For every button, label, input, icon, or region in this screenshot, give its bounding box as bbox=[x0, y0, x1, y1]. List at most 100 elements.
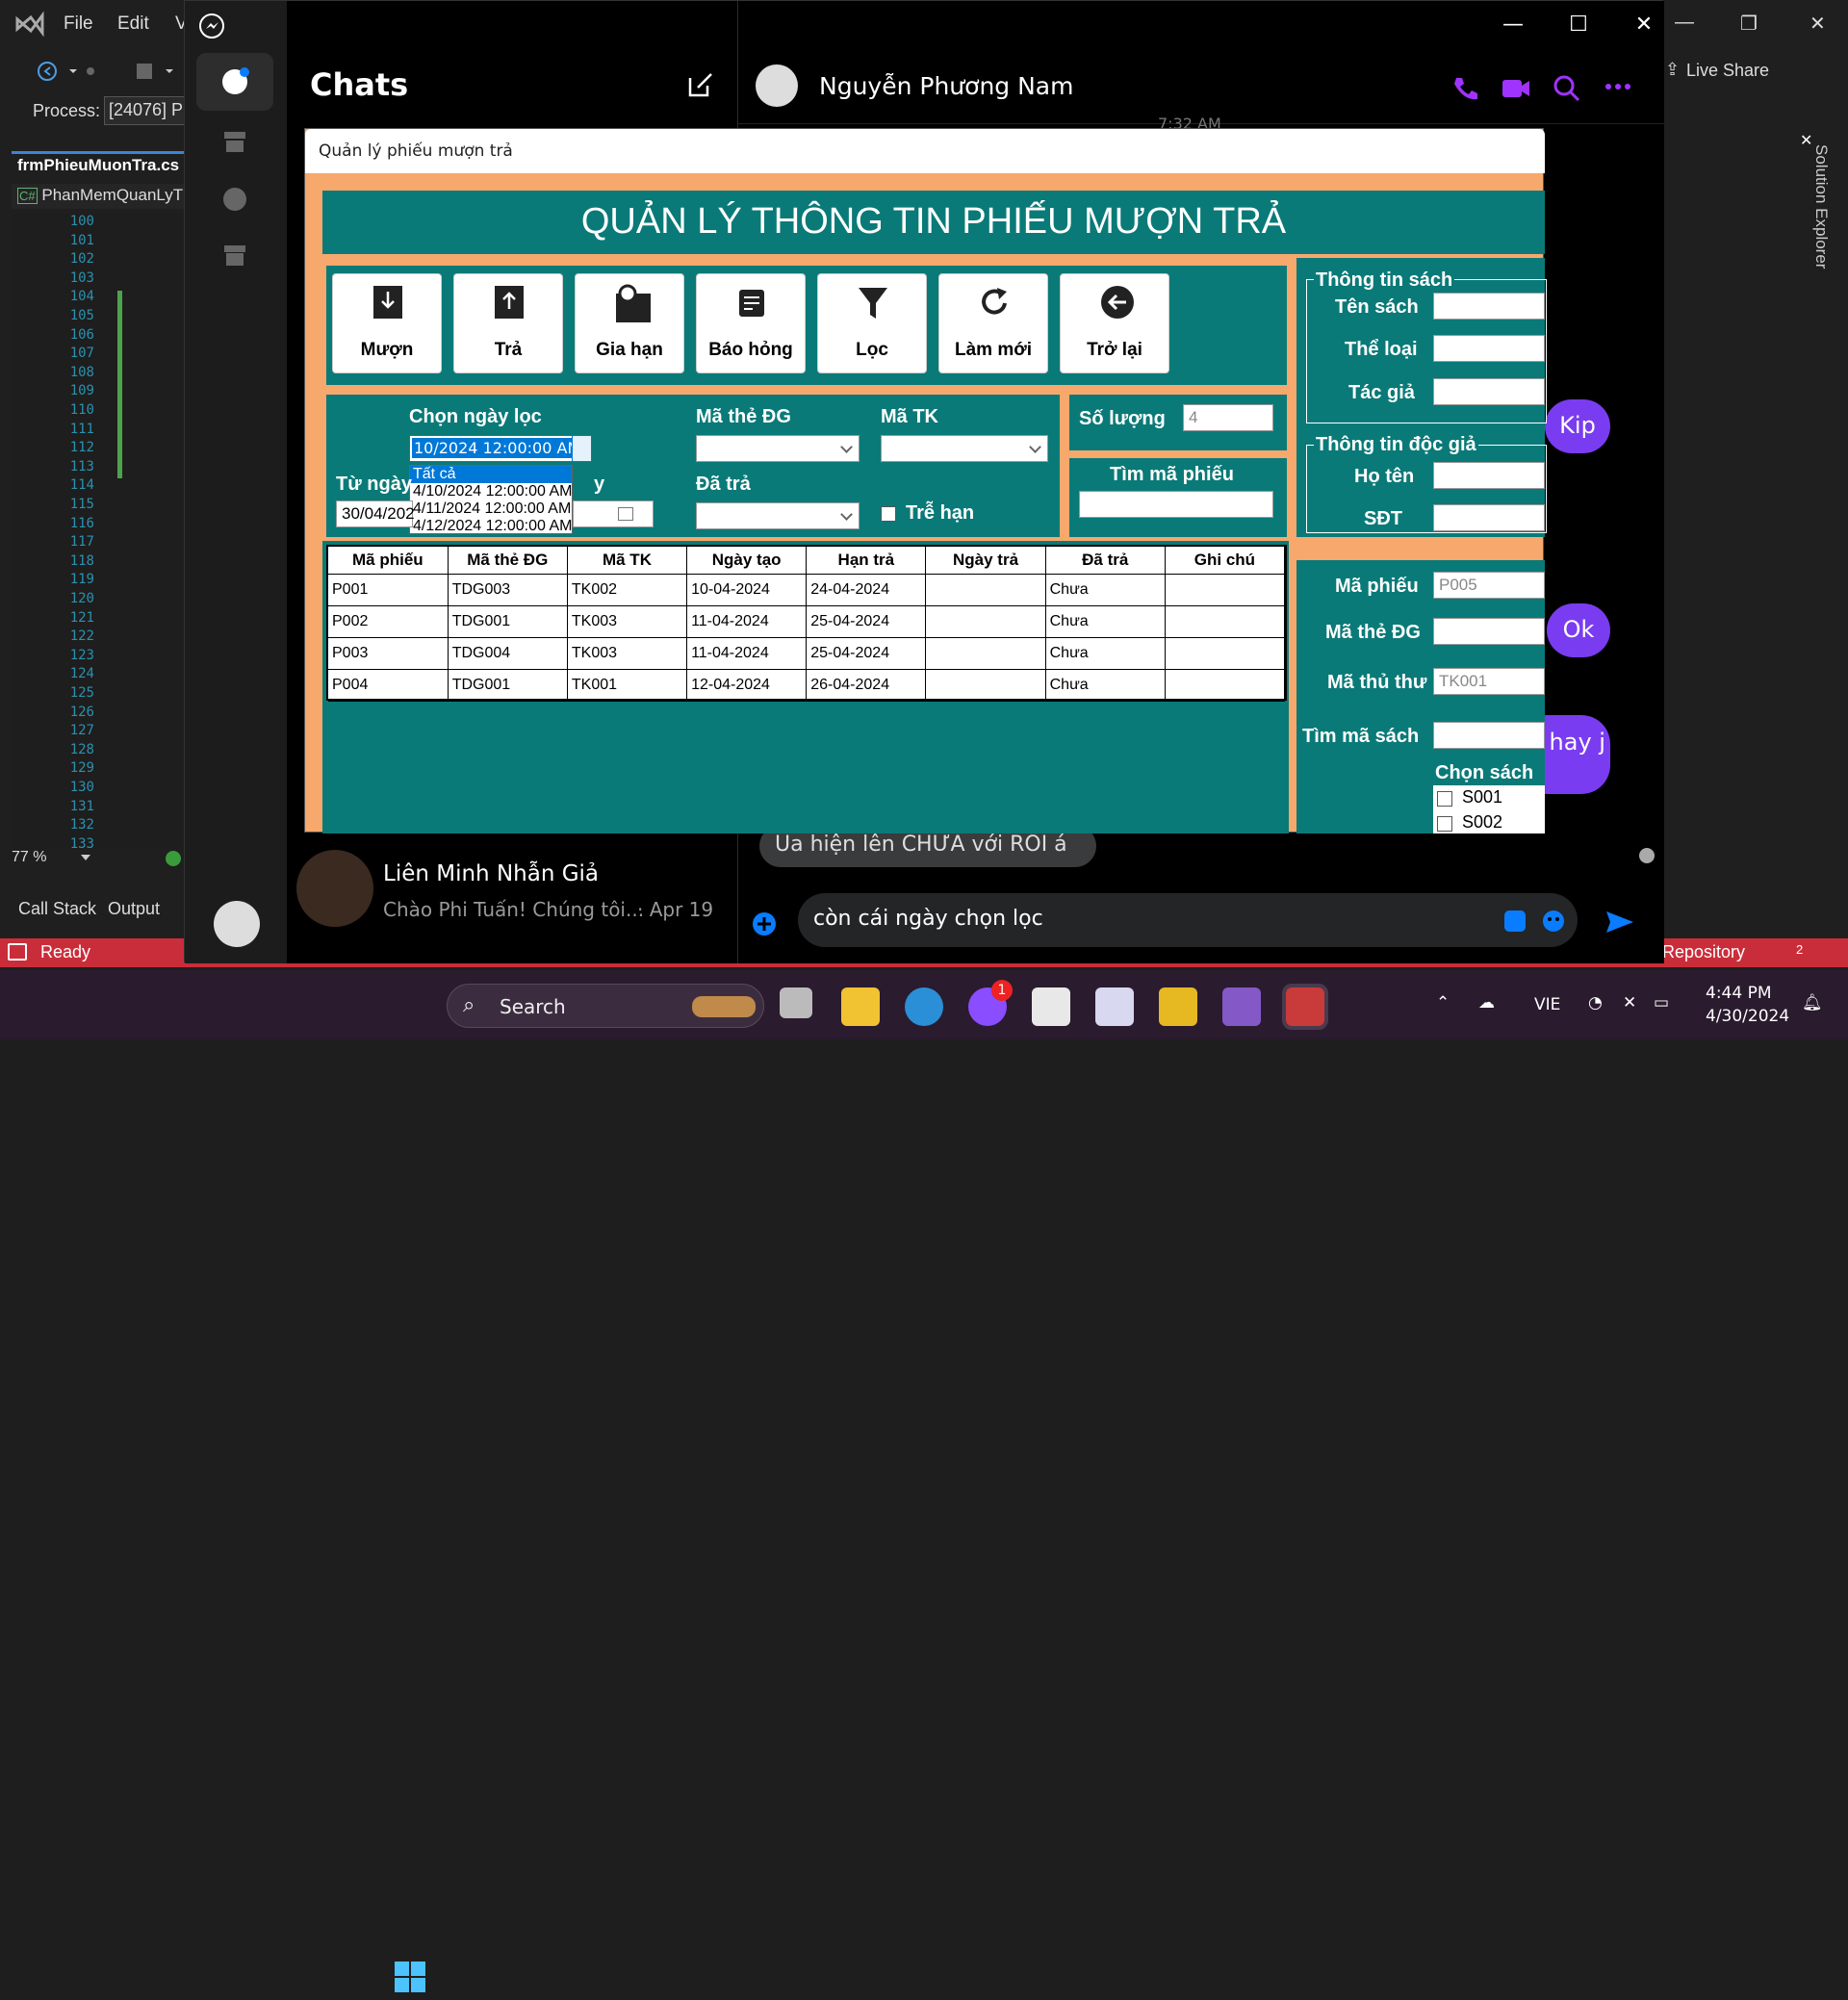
battery-icon[interactable]: ▭ bbox=[1654, 993, 1669, 1013]
table-cell[interactable]: TDG001 bbox=[448, 669, 568, 702]
ma-thu-thu-field[interactable]: TK001 bbox=[1433, 668, 1545, 695]
back-icon[interactable] bbox=[37, 60, 94, 83]
clock-date[interactable]: 4/30/2024 bbox=[1706, 1007, 1789, 1026]
tu-ngay-picker[interactable]: 30/04/202 bbox=[336, 500, 415, 527]
table-cell[interactable] bbox=[925, 574, 1046, 606]
column-header[interactable]: Đã trả bbox=[1045, 547, 1166, 575]
video-call-icon[interactable] bbox=[1501, 76, 1531, 101]
ten-sach-field[interactable] bbox=[1433, 293, 1545, 320]
column-header[interactable]: Mã TK bbox=[567, 547, 688, 575]
option-date-3[interactable]: 4/12/2024 12:00:00 AM bbox=[410, 518, 572, 535]
tray-chevron-icon[interactable]: ⌃ bbox=[1436, 993, 1450, 1013]
rail-marketplace[interactable] bbox=[196, 115, 273, 172]
table-cell[interactable]: P001 bbox=[328, 574, 449, 606]
table-cell[interactable]: P003 bbox=[328, 637, 449, 670]
table-row[interactable]: P003 TDG004 TK003 11-04-2024 25-04-2024 Chưa bbox=[328, 637, 1286, 670]
volume-icon[interactable]: ✕ bbox=[1623, 993, 1636, 1013]
project-dropdown[interactable]: C# PhanMemQuanLyT bbox=[12, 184, 185, 209]
minimize-icon[interactable]: — bbox=[1494, 13, 1532, 41]
table-row[interactable]: P002 TDG001 TK003 11-04-2024 25-04-2024 Chưa bbox=[328, 605, 1286, 638]
close-icon[interactable]: ✕ bbox=[1625, 13, 1663, 41]
bao-hong-button[interactable]: Báo hỏng bbox=[696, 273, 806, 373]
rail-requests[interactable] bbox=[196, 172, 273, 230]
den-ngay-picker[interactable] bbox=[573, 500, 654, 527]
table-cell[interactable]: TDG001 bbox=[448, 605, 568, 638]
column-header[interactable]: Ngày trả bbox=[925, 547, 1046, 575]
zoom-dropdown-icon[interactable] bbox=[81, 855, 90, 860]
table-row[interactable]: P004 TDG001 TK001 12-04-2024 26-04-2024 Chưa bbox=[328, 669, 1286, 702]
contact-avatar[interactable] bbox=[756, 64, 798, 107]
table-cell[interactable]: 25-04-2024 bbox=[806, 637, 927, 670]
vs-minimize-icon[interactable]: — bbox=[1675, 12, 1694, 34]
tab-frmPhieuMuonTra[interactable]: frmPhieuMuonTra.cs bbox=[12, 151, 185, 178]
option-tat-ca[interactable]: Tất cả bbox=[410, 466, 572, 483]
table-cell[interactable]: 10-04-2024 bbox=[686, 574, 808, 606]
gia-han-button[interactable]: Gia hạn bbox=[575, 273, 684, 373]
ho-ten-field[interactable] bbox=[1433, 462, 1545, 489]
table-cell[interactable]: TK003 bbox=[567, 605, 688, 638]
table-cell[interactable]: 12-04-2024 bbox=[686, 669, 808, 702]
date-filter-dropdown[interactable]: Tất cả 4/10/2024 12:00:00 AM 4/11/2024 12:… bbox=[409, 465, 573, 534]
sdt-field[interactable] bbox=[1433, 504, 1545, 531]
taskbar-search[interactable]: ⌕ Search bbox=[447, 984, 764, 1028]
add-attachment-icon[interactable] bbox=[750, 910, 779, 938]
lam-moi-button[interactable]: Làm mới bbox=[938, 273, 1048, 373]
zoom-level[interactable]: 77 % bbox=[12, 849, 46, 865]
phieu-table[interactable]: Mã phiếu Mã thẻ ĐG Mã TK Ngày tạo Hạn trả Ngà… bbox=[326, 545, 1287, 702]
table-cell[interactable]: Chưa bbox=[1045, 637, 1166, 670]
edge-icon[interactable] bbox=[905, 987, 943, 1026]
column-header[interactable]: Hạn trả bbox=[806, 547, 927, 575]
code-editor[interactable]: 100 101 102 103 104 105 106 107 108 109 110 111 112 1… bbox=[12, 214, 185, 852]
file-explorer-icon[interactable] bbox=[841, 987, 880, 1026]
tim-ma-phieu-field[interactable] bbox=[1079, 491, 1273, 518]
table-cell[interactable]: TDG003 bbox=[448, 574, 568, 606]
vs-restore-icon[interactable]: ❐ bbox=[1740, 12, 1758, 36]
combo-arrow-icon[interactable] bbox=[572, 436, 591, 461]
ma-the-field[interactable] bbox=[1433, 618, 1545, 645]
option-date-1[interactable]: 4/10/2024 12:00:00 AM bbox=[410, 483, 572, 500]
process-select[interactable]: [24076] P bbox=[104, 96, 191, 125]
sticker-icon[interactable] bbox=[1502, 909, 1527, 934]
table-cell[interactable]: Chưa bbox=[1045, 574, 1166, 606]
table-cell[interactable]: 11-04-2024 bbox=[686, 637, 808, 670]
rail-chats[interactable] bbox=[196, 53, 273, 111]
table-cell[interactable]: Chưa bbox=[1045, 605, 1166, 638]
menu-edit[interactable]: Edit bbox=[117, 13, 149, 35]
tab-call-stack[interactable]: Call Stack bbox=[18, 899, 96, 919]
book-checkbox-1[interactable] bbox=[1437, 791, 1452, 807]
contact-name[interactable]: Nguyễn Phương Nam bbox=[819, 72, 1073, 100]
table-cell[interactable]: Chưa bbox=[1045, 669, 1166, 702]
language-indicator[interactable]: VIE bbox=[1534, 995, 1560, 1014]
message-input[interactable]: còn cái ngày chọn lọc bbox=[798, 893, 1578, 947]
column-header[interactable]: Ngày tạo bbox=[686, 547, 808, 575]
solution-explorer-tab[interactable]: Solution Explorer bbox=[1802, 144, 1831, 279]
table-cell[interactable]: TK001 bbox=[567, 669, 688, 702]
live-share-button[interactable]: Live Share bbox=[1686, 61, 1769, 81]
book-checkbox-2[interactable] bbox=[1437, 816, 1452, 832]
table-cell[interactable]: TK003 bbox=[567, 637, 688, 670]
column-header[interactable]: Ghi chú bbox=[1165, 547, 1286, 575]
tim-ma-sach-field[interactable] bbox=[1433, 722, 1545, 749]
vs-close-icon[interactable]: ✕ bbox=[1810, 12, 1826, 36]
task-view-icon[interactable] bbox=[780, 987, 812, 1018]
muon-button[interactable]: Mượn bbox=[332, 273, 442, 373]
new-message-icon[interactable] bbox=[686, 70, 715, 99]
wifi-icon[interactable]: ◔ bbox=[1588, 993, 1603, 1013]
ma-tk-filter-combo[interactable] bbox=[881, 435, 1048, 462]
tac-gia-field[interactable] bbox=[1433, 378, 1545, 405]
the-loai-field[interactable] bbox=[1433, 335, 1545, 362]
profile-avatar[interactable] bbox=[214, 901, 260, 947]
table-cell[interactable] bbox=[1165, 637, 1286, 670]
notification-count[interactable]: 2 bbox=[1796, 942, 1803, 957]
tool-icon[interactable] bbox=[1159, 987, 1197, 1026]
ma-phieu-field[interactable]: P005 bbox=[1433, 572, 1545, 599]
table-cell[interactable] bbox=[1165, 605, 1286, 638]
table-cell[interactable]: 25-04-2024 bbox=[806, 605, 927, 638]
emoji-icon[interactable] bbox=[1541, 909, 1566, 934]
loc-button[interactable]: Lọc bbox=[817, 273, 927, 373]
da-tra-combo[interactable] bbox=[696, 502, 860, 529]
column-header[interactable]: Mã phiếu bbox=[328, 547, 449, 575]
menu-file[interactable]: File bbox=[64, 13, 93, 35]
table-cell[interactable] bbox=[1165, 574, 1286, 606]
clock-time[interactable]: 4:44 PM bbox=[1706, 984, 1772, 1003]
